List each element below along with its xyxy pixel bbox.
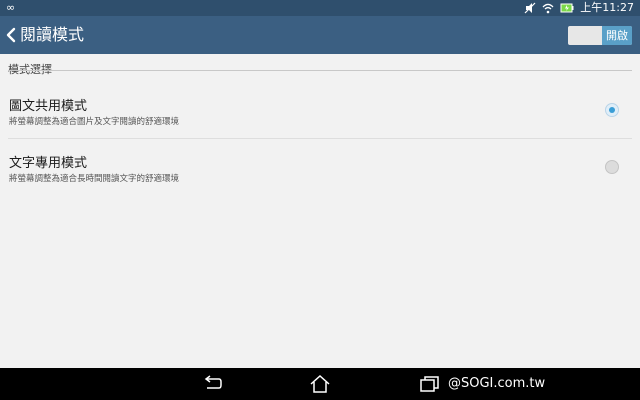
chevron-left-icon xyxy=(6,27,16,43)
clock: 上午11:27 xyxy=(580,1,634,14)
back-icon[interactable] xyxy=(200,374,224,394)
option-subtitle: 將螢幕調整為適合長時間閱讀文字的舒適環境 xyxy=(9,174,180,184)
page-title: 閱讀模式 xyxy=(20,25,85,44)
reading-mode-toggle[interactable]: 開啟 xyxy=(568,26,632,45)
battery-icon xyxy=(560,3,574,13)
status-bar: ∞ 上午11:27 xyxy=(0,0,640,16)
radio-button-unselected[interactable] xyxy=(605,160,619,174)
option-subtitle: 將螢幕調整為適合圖片及文字閱讀的舒適環境 xyxy=(9,117,180,127)
option-text-only-mode[interactable]: 文字專用模式 將螢幕調整為適合長時間閱讀文字的舒適環境 xyxy=(0,141,640,203)
wifi-icon xyxy=(542,3,554,14)
radio-button-selected[interactable] xyxy=(605,103,619,117)
infinity-icon: ∞ xyxy=(6,1,16,14)
back-button[interactable]: 閱讀模式 xyxy=(6,16,84,54)
section-header: 模式選擇 xyxy=(8,63,52,76)
action-bar: 閱讀模式 開啟 xyxy=(0,16,640,54)
section-divider xyxy=(8,70,632,71)
option-title: 圖文共用模式 xyxy=(9,99,88,114)
watermark: @SOGI.com.tw xyxy=(448,376,546,391)
home-icon[interactable] xyxy=(308,374,332,394)
option-title: 文字專用模式 xyxy=(9,156,88,171)
toggle-label: 開啟 xyxy=(602,26,632,45)
option-graphic-text-mode[interactable]: 圖文共用模式 將螢幕調整為適合圖片及文字閱讀的舒適環境 xyxy=(0,84,640,146)
recent-apps-icon[interactable] xyxy=(418,374,442,394)
list-divider xyxy=(8,138,632,139)
silent-icon xyxy=(524,2,536,14)
